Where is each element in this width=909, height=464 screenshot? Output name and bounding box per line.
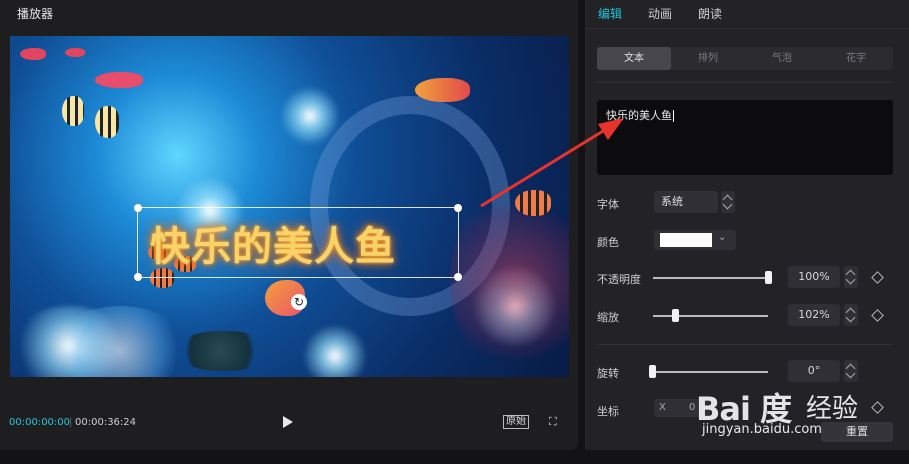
position-label: 坐标 bbox=[597, 405, 619, 418]
playback-bar: 00:00:00:00 | 00:00:36:24 原始 ⛶ bbox=[0, 410, 578, 436]
current-time: 00:00:00:00 bbox=[9, 417, 71, 428]
opacity-value[interactable]: 100% bbox=[788, 266, 840, 288]
scale-stepper[interactable] bbox=[844, 304, 858, 326]
fish bbox=[515, 190, 551, 216]
color-swatch bbox=[660, 233, 712, 247]
font-select[interactable]: 系统 bbox=[654, 191, 718, 213]
text-caret bbox=[673, 110, 674, 122]
scale-keyframe-icon[interactable] bbox=[871, 309, 884, 322]
fish bbox=[95, 106, 119, 138]
color-picker[interactable]: ⌄ bbox=[654, 230, 736, 250]
color-label: 颜色 bbox=[597, 236, 619, 249]
position-x-input[interactable]: X 0 bbox=[654, 399, 710, 417]
resize-handle-bottom-right[interactable] bbox=[454, 273, 462, 281]
opacity-label: 不透明度 bbox=[597, 273, 641, 286]
text-content-input[interactable]: 快乐的美人鱼 bbox=[597, 100, 893, 175]
chevron-down-icon: ⌄ bbox=[718, 232, 727, 243]
fish bbox=[415, 78, 470, 102]
rotate-slider-track[interactable] bbox=[653, 371, 768, 373]
position-keyframe-icon[interactable] bbox=[871, 401, 884, 414]
fish bbox=[62, 96, 84, 126]
fish bbox=[65, 48, 85, 57]
total-time: 00:00:36:24 bbox=[75, 417, 137, 428]
scale-label: 缩放 bbox=[597, 311, 619, 324]
resize-handle-top-right[interactable] bbox=[454, 204, 462, 212]
subtab-bubble[interactable]: 气泡 bbox=[745, 47, 819, 70]
text-selection-box[interactable]: 快乐的美人鱼 bbox=[134, 204, 462, 281]
inspector-panel: 编辑 动画 朗读 文本 排列 气泡 花字 快乐的美人鱼 字体 系统 颜色 ⌄ 不… bbox=[585, 0, 909, 450]
subtab-text[interactable]: 文本 bbox=[597, 47, 671, 70]
opacity-slider-knob[interactable] bbox=[765, 271, 772, 284]
opacity-stepper[interactable] bbox=[844, 266, 858, 288]
player-panel: 播放器 快乐的美人鱼 ↻ 00:00:00:00 | 00:00:36:24 原… bbox=[0, 0, 578, 450]
position-x-value: 0 bbox=[689, 402, 696, 413]
tabs-divider bbox=[585, 28, 909, 29]
subtab-fancy-text[interactable]: 花字 bbox=[819, 47, 893, 70]
scale-value[interactable]: 102% bbox=[788, 304, 840, 326]
resize-handle-bottom-left[interactable] bbox=[134, 273, 142, 281]
turtle bbox=[175, 331, 265, 371]
rotate-value[interactable]: 0° bbox=[788, 360, 840, 382]
tab-read-aloud[interactable]: 朗读 bbox=[698, 5, 722, 22]
fish bbox=[95, 72, 143, 88]
play-icon[interactable] bbox=[283, 416, 293, 428]
inspector-tabs: 编辑 动画 朗读 bbox=[585, 0, 909, 26]
position-x-label: X bbox=[659, 402, 666, 413]
divider bbox=[597, 82, 893, 83]
opacity-keyframe-icon[interactable] bbox=[871, 271, 884, 284]
time-separator: | bbox=[69, 417, 73, 428]
original-ratio-button[interactable]: 原始 bbox=[503, 415, 529, 429]
tab-edit[interactable]: 编辑 bbox=[598, 5, 622, 22]
tab-animation[interactable]: 动画 bbox=[648, 5, 672, 22]
text-content-value: 快乐的美人鱼 bbox=[606, 109, 672, 122]
rotate-slider-knob[interactable] bbox=[649, 365, 656, 378]
light-glow bbox=[300, 326, 370, 377]
rotate-stepper[interactable] bbox=[844, 360, 858, 382]
player-title: 播放器 bbox=[17, 7, 54, 21]
scale-slider-knob[interactable] bbox=[672, 309, 679, 322]
overlay-title-text: 快乐的美人鱼 bbox=[150, 224, 396, 270]
scale-slider-track[interactable] bbox=[653, 315, 768, 317]
app-root: 播放器 快乐的美人鱼 ↻ 00:00:00:00 | 00:00:36:24 原… bbox=[0, 0, 909, 464]
divider bbox=[597, 344, 893, 345]
reset-button[interactable]: 重置 bbox=[821, 422, 893, 442]
rotate-handle-icon[interactable]: ↻ bbox=[291, 294, 307, 310]
subtab-arrange[interactable]: 排列 bbox=[671, 47, 745, 70]
font-label: 字体 bbox=[597, 198, 619, 211]
opacity-slider-track[interactable] bbox=[653, 277, 768, 279]
rotate-label: 旋转 bbox=[597, 367, 619, 380]
fullscreen-icon[interactable]: ⛶ bbox=[549, 415, 557, 429]
coral bbox=[450, 186, 569, 376]
font-chevron-icon[interactable] bbox=[721, 191, 735, 213]
resize-handle-top-left[interactable] bbox=[134, 204, 142, 212]
fish bbox=[20, 48, 46, 60]
video-preview[interactable]: 快乐的美人鱼 ↻ bbox=[10, 36, 569, 377]
text-subtabs: 文本 排列 气泡 花字 bbox=[597, 47, 893, 70]
